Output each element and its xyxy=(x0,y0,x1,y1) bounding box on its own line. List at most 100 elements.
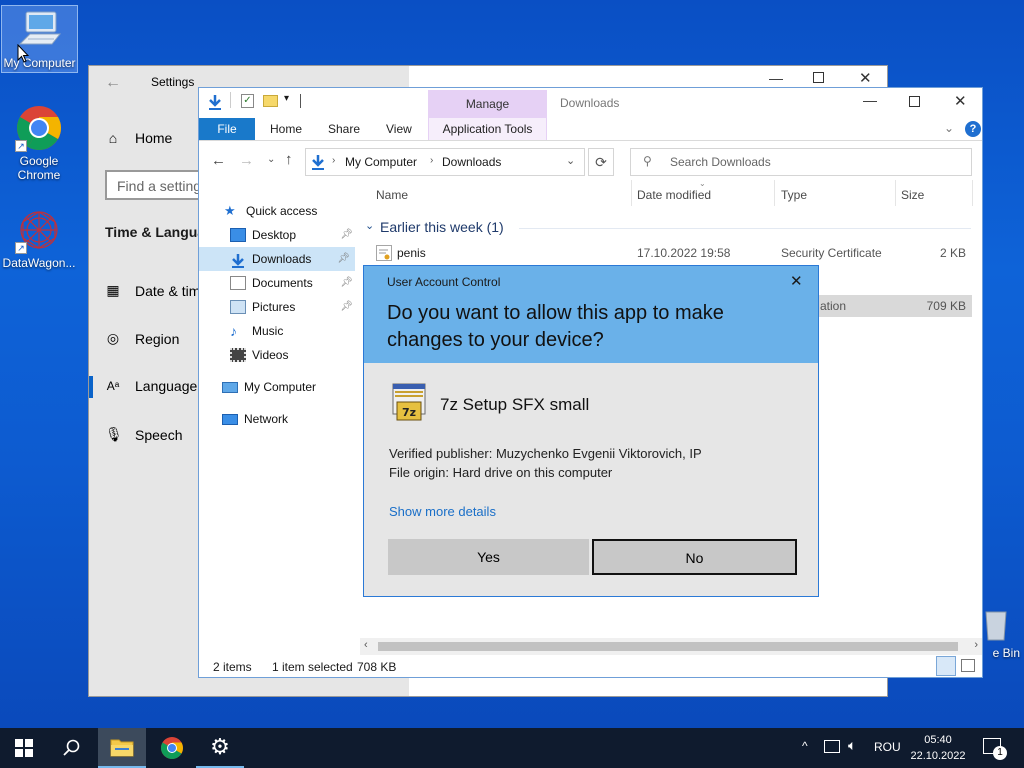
pin-icon: 📌︎ xyxy=(337,253,350,264)
back-arrow-icon[interactable]: ← xyxy=(211,152,226,169)
file-type: Security Certificate xyxy=(781,246,882,260)
nav-network[interactable]: Network xyxy=(222,407,288,431)
divider xyxy=(519,228,971,229)
up-arrow-icon[interactable]: ↑ xyxy=(285,151,293,168)
details-view-icon[interactable] xyxy=(936,656,956,676)
divider xyxy=(199,140,982,141)
close-button[interactable]: ✕ xyxy=(790,272,803,290)
horizontal-scrollbar[interactable]: ‹ › xyxy=(360,638,982,655)
music-icon: ♪ xyxy=(230,323,237,339)
customize-toolbar-icon[interactable]: ▾ xyxy=(284,93,289,104)
nav-label: Pictures xyxy=(252,300,296,314)
column-header-name[interactable]: Name xyxy=(376,188,408,202)
column-header-size[interactable]: Size xyxy=(901,188,924,202)
settings-title: Settings xyxy=(151,75,195,89)
table-row[interactable]: penis 17.10.2022 19:58 Security Certific… xyxy=(370,242,972,264)
selected-indicator xyxy=(89,376,93,398)
nav-documents[interactable]: Documents 📌︎ xyxy=(230,271,357,295)
breadcrumb-downloads[interactable]: Downloads xyxy=(442,155,501,169)
nav-videos[interactable]: Videos xyxy=(230,343,288,367)
chevron-down-icon[interactable]: ⌄ xyxy=(365,219,374,232)
nav-pictures[interactable]: Pictures 📌︎ xyxy=(230,295,357,319)
recent-locations-icon[interactable]: ⌄ xyxy=(267,154,275,165)
scrollbar-thumb[interactable] xyxy=(378,642,958,651)
group-header[interactable]: Earlier this week (1) xyxy=(380,219,504,235)
breadcrumb-my-computer[interactable]: My Computer xyxy=(345,155,417,169)
settings-home[interactable]: ⌂ Home xyxy=(105,130,173,146)
search-placeholder: Search Downloads xyxy=(670,155,771,169)
nav-downloads[interactable]: Downloads 📌︎ xyxy=(199,247,355,271)
download-arrow-icon xyxy=(230,252,246,268)
network-status-icon[interactable] xyxy=(824,740,840,753)
sort-indicator-icon: ⌄ xyxy=(699,179,706,188)
column-header-type[interactable]: Type xyxy=(781,188,807,202)
search-input[interactable]: ⚲ Search Downloads xyxy=(630,148,972,176)
chevron-right-icon: › xyxy=(332,155,336,166)
scroll-left-icon[interactable]: ‹ xyxy=(364,639,368,651)
tab-file[interactable]: File xyxy=(199,118,255,140)
no-button[interactable]: No xyxy=(592,539,797,575)
show-hidden-icons-chevron-icon[interactable]: ^ xyxy=(802,739,808,753)
status-selected: 1 item selected xyxy=(272,660,353,674)
help-icon[interactable]: ? xyxy=(965,121,981,137)
tab-share[interactable]: Share xyxy=(328,118,360,140)
uac-dialog[interactable]: User Account Control ✕ Do you want to al… xyxy=(363,265,819,597)
tab-view[interactable]: View xyxy=(386,118,412,140)
nav-label: Quick access xyxy=(246,204,318,218)
nav-music[interactable]: ♪ Music xyxy=(230,319,283,343)
desktop-icon-google-chrome[interactable]: ↗ Google Chrome xyxy=(1,104,77,182)
settings-item-language[interactable]: Aᵃ Language xyxy=(105,378,198,394)
minimize-button[interactable]: — xyxy=(863,92,877,108)
nav-quick-access[interactable]: ★ Quick access xyxy=(224,199,317,223)
ribbon-expand-icon[interactable]: ⌄ xyxy=(944,121,954,135)
large-icons-view-icon[interactable] xyxy=(961,659,975,672)
nav-label: Downloads xyxy=(252,252,312,266)
forward-arrow-icon[interactable]: → xyxy=(239,152,254,169)
settings-item-region[interactable]: ◎ Region xyxy=(105,330,179,347)
navigation-pane: ★ Quick access Desktop 📌︎ Downloads 📌︎ D… xyxy=(199,198,357,648)
settings-item-date-time[interactable]: ▦ Date & time xyxy=(105,282,208,299)
column-header-date-modified[interactable]: Date modified xyxy=(637,188,711,202)
properties-icon[interactable]: ✓ xyxy=(241,94,254,108)
nav-desktop[interactable]: Desktop 📌︎ xyxy=(230,223,357,247)
file-date: 17.10.2022 19:58 xyxy=(637,246,731,260)
settings-home-label: Home xyxy=(135,130,173,146)
tab-application-tools[interactable]: Application Tools xyxy=(428,118,547,140)
nav-my-computer[interactable]: My Computer xyxy=(222,375,316,399)
taskbar-settings[interactable]: ⚙ xyxy=(196,728,244,768)
new-folder-icon[interactable] xyxy=(263,95,278,107)
back-arrow-icon[interactable]: ← xyxy=(105,74,121,92)
uac-title: User Account Control xyxy=(387,275,501,289)
uac-question: Do you want to allow this app to make ch… xyxy=(387,302,724,351)
desktop-icon-datawagon[interactable]: ↗ DataWagon... xyxy=(1,206,77,270)
nav-label: Documents xyxy=(252,276,313,290)
maximize-button[interactable] xyxy=(813,72,824,83)
computer-icon xyxy=(222,381,238,393)
network-icon xyxy=(222,413,238,425)
settings-item-speech[interactable]: 🎙︎ Speech xyxy=(105,426,182,443)
uac-app-name: 7z Setup SFX small xyxy=(440,395,590,414)
taskbar-file-explorer[interactable] xyxy=(98,728,146,768)
start-button[interactable] xyxy=(0,728,48,768)
tab-home[interactable]: Home xyxy=(270,118,302,140)
shortcut-arrow-icon: ↗ xyxy=(15,140,27,152)
volume-icon[interactable]: 🔈︎ xyxy=(848,737,856,754)
yes-button[interactable]: Yes xyxy=(388,539,589,575)
taskbar-chrome[interactable] xyxy=(148,728,196,768)
input-language[interactable]: ROU xyxy=(874,740,901,754)
desktop-icon-my-computer[interactable]: My Computer xyxy=(1,5,78,73)
nav-label: Videos xyxy=(252,348,289,362)
search-icon xyxy=(63,739,80,756)
file-name: penis xyxy=(397,246,426,260)
clock[interactable]: 05:40 22.10.2022 xyxy=(906,732,970,764)
chevron-down-icon[interactable]: ⌄ xyxy=(566,154,575,167)
address-bar[interactable]: › My Computer › Downloads ⌄ xyxy=(305,148,585,176)
show-more-details-link[interactable]: Show more details xyxy=(389,504,496,519)
close-button[interactable]: ✕ xyxy=(859,69,872,87)
search-button[interactable] xyxy=(48,728,96,768)
refresh-button[interactable]: ⟳ xyxy=(588,148,614,176)
maximize-button[interactable] xyxy=(909,96,920,107)
close-button[interactable]: ✕ xyxy=(954,92,967,110)
scroll-right-icon[interactable]: › xyxy=(974,639,978,651)
minimize-button[interactable]: — xyxy=(769,70,783,86)
